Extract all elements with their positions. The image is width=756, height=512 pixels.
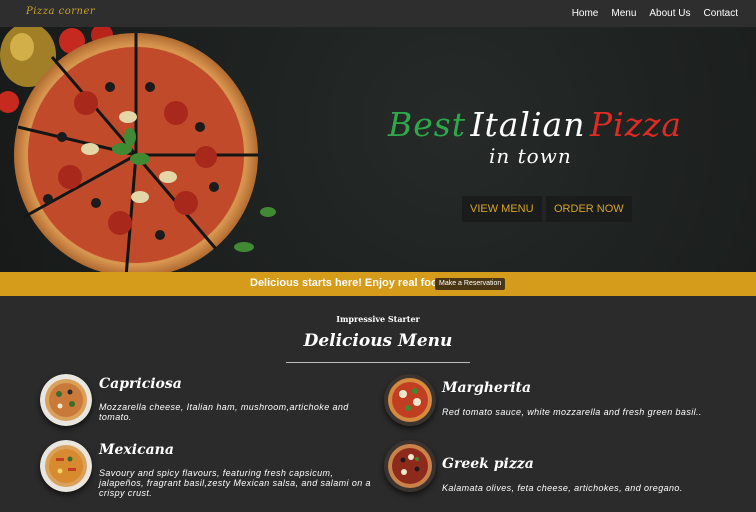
greek-pizza-name: Greek pizza [442,456,534,472]
section-kicker: Impressive Starter [336,314,420,324]
nav-links: Home Menu About Us Contact [572,8,738,19]
mexicana-description: Savoury and spicy flavours, featuring fr… [99,468,371,498]
hero-title-italian: Italian [470,105,586,144]
hero-title-best: Best [388,105,466,144]
section-title: Delicious Menu [303,331,453,351]
mexicana-name: Mexicana [99,442,174,458]
hero-pizza-image [0,27,276,272]
nav-menu-link[interactable]: Menu [611,8,636,19]
greek-pizza-image [384,440,436,492]
view-menu-button[interactable]: VIEW MENU [462,196,542,222]
hero-title: Best Italian Pizza [388,105,682,144]
margherita-name: Margherita [442,380,532,396]
brand-logo[interactable]: Pizza corner [26,6,95,17]
hero-section: Best Italian Pizza in town VIEW MENU ORD… [0,27,756,272]
capriciosa-image [40,374,92,426]
top-navbar: Pizza corner Home Menu About Us Contact [0,0,756,27]
greek-pizza-description: Kalamata olives, feta cheese, artichokes… [442,483,683,493]
nav-home-link[interactable]: Home [572,8,599,19]
nav-contact-link[interactable]: Contact [704,8,738,19]
capriciosa-description: Mozzarella cheese, Italian ham, mushroom… [99,402,349,422]
hero-title-pizza: Pizza [589,105,683,144]
order-now-button[interactable]: ORDER NOW [546,196,632,222]
make-reservation-button[interactable]: Make a Reservation [435,278,506,290]
banner-text: Delicious starts here! Enjoy real food! [250,277,449,289]
capriciosa-name: Capriciosa [99,376,182,392]
nav-about-link[interactable]: About Us [649,8,690,19]
title-divider [286,362,470,363]
hero-subtitle: in town [489,144,572,168]
margherita-description: Red tomato sauce, white mozzarella and f… [442,407,702,417]
margherita-image [384,374,436,426]
promo-banner: Delicious starts here! Enjoy real food! … [0,272,756,296]
mexicana-image [40,440,92,492]
